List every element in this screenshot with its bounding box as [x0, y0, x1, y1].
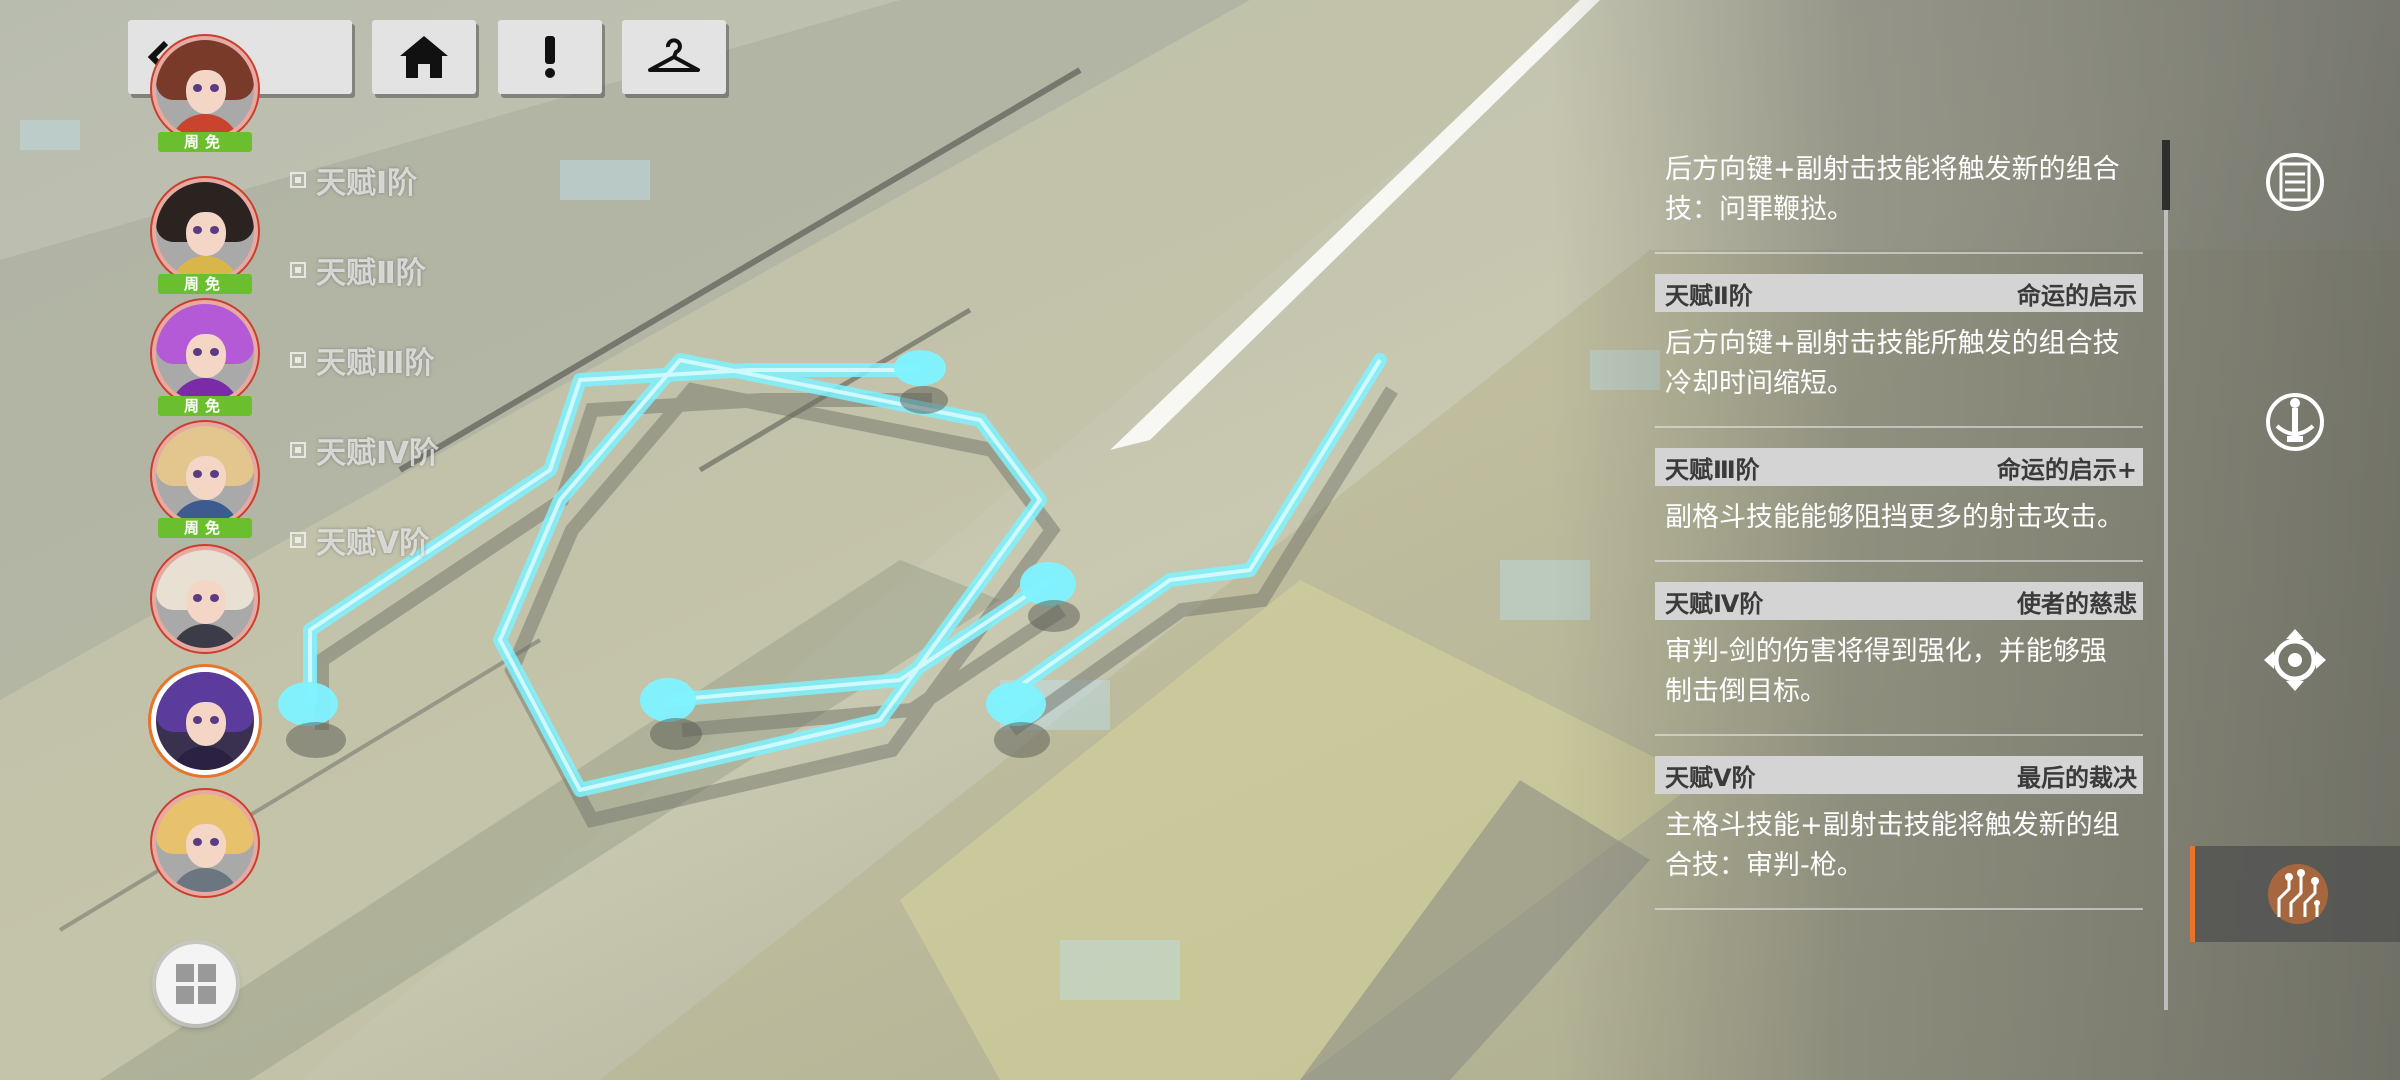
tier-marker-icon — [290, 352, 306, 368]
free-week-badge: 周免 — [158, 132, 252, 152]
talent-desc-5: 主格斗技能+副射击技能将触发新的组合技：审判-枪。 — [1665, 810, 2120, 881]
divider — [1655, 252, 2143, 254]
talent-header-4: 天赋Ⅳ阶 使者的慈悲 — [1655, 582, 2143, 620]
tier-label-2[interactable]: 天赋Ⅱ阶 — [290, 250, 426, 291]
tab-weapon[interactable] — [2190, 374, 2400, 470]
tier-marker-icon — [290, 262, 306, 278]
tier-label-5[interactable]: 天赋Ⅴ阶 — [290, 520, 429, 561]
tier-marker-icon — [290, 442, 306, 458]
talent-tier: 天赋Ⅳ阶 — [1665, 589, 1764, 618]
tier-marker-icon — [290, 172, 306, 188]
grid-menu-button[interactable] — [156, 944, 236, 1024]
tab-talent[interactable] — [2190, 846, 2400, 942]
character-avatar[interactable] — [156, 304, 254, 402]
talent-circuit-icon — [2267, 864, 2328, 924]
talent-desc-3: 副格斗技能能够阻挡更多的射击攻击。 — [1665, 502, 2124, 533]
wardrobe-button[interactable] — [622, 20, 726, 94]
tier-label-4[interactable]: 天赋Ⅳ阶 — [290, 430, 439, 471]
crosshair-gear-icon — [2264, 629, 2326, 691]
character-avatar[interactable] — [156, 550, 254, 648]
character-avatar[interactable] — [156, 426, 254, 524]
talent-tier: 天赋Ⅴ阶 — [1665, 763, 1756, 792]
tab-info[interactable] — [2190, 134, 2400, 230]
home-button[interactable] — [372, 20, 476, 94]
info-list-icon — [2266, 153, 2324, 211]
character-avatar[interactable] — [156, 672, 254, 770]
talent-desc-4: 审判-剑的伤害将得到强化，并能够强制击倒目标。 — [1665, 636, 2107, 707]
tier-label-1[interactable]: 天赋Ⅰ阶 — [290, 160, 417, 201]
scrollbar-thumb[interactable] — [2162, 140, 2170, 210]
alert-button[interactable] — [498, 20, 602, 94]
talent-tier: 天赋Ⅲ阶 — [1665, 455, 1760, 484]
talent-header-5: 天赋Ⅴ阶 最后的裁决 — [1655, 756, 2143, 794]
free-week-badge: 周免 — [158, 518, 252, 538]
tab-mod[interactable] — [2190, 612, 2400, 708]
divider — [1655, 426, 2143, 428]
divider — [1655, 908, 2143, 910]
character-avatar[interactable] — [156, 182, 254, 280]
talent-name: 使者的慈悲 — [2017, 589, 2137, 618]
exclamation-icon — [545, 36, 555, 78]
talent-tier: 天赋Ⅱ阶 — [1665, 281, 1753, 310]
talent-header-2: 天赋Ⅱ阶 命运的启示 — [1655, 274, 2143, 312]
talent-desc-1: 后方向键+副射击技能将触发新的组合技：问罪鞭挞。 — [1665, 154, 2120, 225]
talent-name: 命运的启示+ — [1996, 455, 2137, 484]
hanger-icon — [648, 38, 700, 72]
scrollbar-track[interactable] — [2164, 140, 2168, 1010]
character-avatar[interactable] — [156, 40, 254, 138]
talent-name: 命运的启示 — [2017, 281, 2137, 310]
talent-name: 最后的裁决 — [2017, 763, 2137, 792]
talent-info-panel[interactable]: 后方向键+副射击技能将触发新的组合技：问罪鞭挞。 天赋Ⅱ阶 命运的启示 后方向键… — [1655, 140, 2143, 1010]
free-week-badge: 周免 — [158, 396, 252, 416]
character-avatar[interactable] — [156, 794, 254, 892]
talent-desc-2: 后方向键+副射击技能所触发的组合技冷却时间缩短。 — [1665, 328, 2120, 399]
talent-header-3: 天赋Ⅲ阶 命运的启示+ — [1655, 448, 2143, 486]
divider — [1655, 734, 2143, 736]
tier-label-3[interactable]: 天赋Ⅲ阶 — [290, 340, 434, 381]
tier-marker-icon — [290, 532, 306, 548]
weapon-stand-icon — [2266, 393, 2324, 451]
home-icon — [400, 36, 448, 78]
grid-menu-icon — [176, 964, 216, 1004]
divider — [1655, 560, 2143, 562]
free-week-badge: 周免 — [158, 274, 252, 294]
